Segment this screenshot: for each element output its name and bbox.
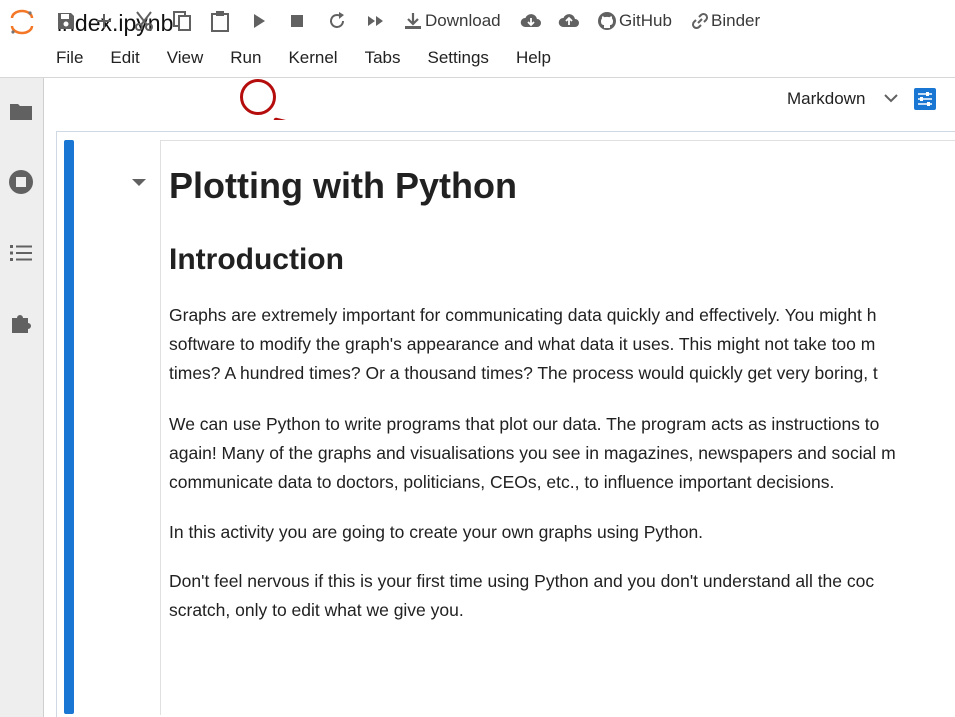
collapse-heading-icon[interactable] — [131, 178, 147, 188]
menu-file[interactable]: File — [56, 48, 83, 70]
paragraph-line: We can use Python to write programs that… — [169, 414, 880, 434]
markdown-cell[interactable]: Plotting with Python Introduction Graphs… — [160, 140, 955, 715]
github-icon — [598, 12, 616, 30]
download-button[interactable]: Download — [403, 9, 501, 33]
binder-label: Binder — [711, 11, 761, 30]
paragraph-line: again! Many of the graphs and visualisat… — [169, 443, 896, 463]
chevron-down-icon[interactable] — [884, 93, 898, 103]
restart-icon[interactable] — [327, 9, 347, 33]
running-icon[interactable] — [8, 169, 34, 195]
paragraph-line: Don't feel nervous if this is your first… — [169, 571, 875, 591]
binder-link-icon — [691, 12, 709, 30]
heading-2: Introduction — [169, 243, 344, 276]
menu-view[interactable]: View — [167, 48, 204, 70]
menu-help[interactable]: Help — [516, 48, 551, 70]
cloud-upload-icon[interactable] — [558, 9, 580, 33]
menu-run[interactable]: Run — [230, 48, 261, 70]
stop-icon[interactable] — [290, 9, 304, 33]
add-cell-icon[interactable] — [95, 9, 113, 33]
menu-bar: File Edit View Run Kernel Tabs Settings … — [56, 48, 578, 70]
paragraph-line: communicate data to doctors, politicians… — [169, 472, 835, 492]
menu-edit[interactable]: Edit — [110, 48, 139, 70]
paste-icon[interactable] — [210, 9, 230, 33]
left-sidebar — [0, 78, 44, 717]
menu-settings[interactable]: Settings — [428, 48, 489, 70]
github-label: GitHub — [619, 11, 672, 30]
extension-icon[interactable] — [8, 310, 34, 336]
save-icon[interactable] — [56, 9, 76, 33]
heading-1: Plotting with Python — [169, 165, 517, 206]
cloud-download-icon[interactable] — [520, 9, 542, 33]
download-icon — [405, 13, 421, 29]
menu-tabs[interactable]: Tabs — [365, 48, 401, 70]
folder-icon[interactable] — [8, 98, 34, 124]
paragraph-line: Graphs are extremely important for commu… — [169, 305, 877, 325]
paragraph-line: scratch, only to edit what we give you. — [169, 600, 464, 620]
property-inspector-icon[interactable] — [914, 88, 936, 110]
cell-type-select[interactable]: Markdown — [787, 89, 865, 109]
paragraph-line: software to modify the graph's appearanc… — [169, 334, 876, 354]
paragraph-line: In this activity you are going to create… — [169, 522, 704, 542]
run-icon[interactable] — [251, 9, 267, 33]
paragraph-line: times? A hundred times? Or a thousand ti… — [169, 363, 878, 383]
fast-forward-icon[interactable] — [366, 9, 386, 33]
copy-icon[interactable] — [172, 9, 192, 33]
github-button[interactable]: GitHub — [597, 9, 672, 33]
binder-button[interactable]: Binder — [691, 9, 760, 33]
cut-icon[interactable] — [133, 9, 155, 33]
table-of-contents-icon[interactable] — [8, 240, 34, 266]
menu-kernel[interactable]: Kernel — [288, 48, 337, 70]
jupyter-logo-icon — [10, 9, 34, 35]
download-label: Download — [425, 11, 501, 30]
active-cell-indicator[interactable] — [64, 140, 74, 714]
